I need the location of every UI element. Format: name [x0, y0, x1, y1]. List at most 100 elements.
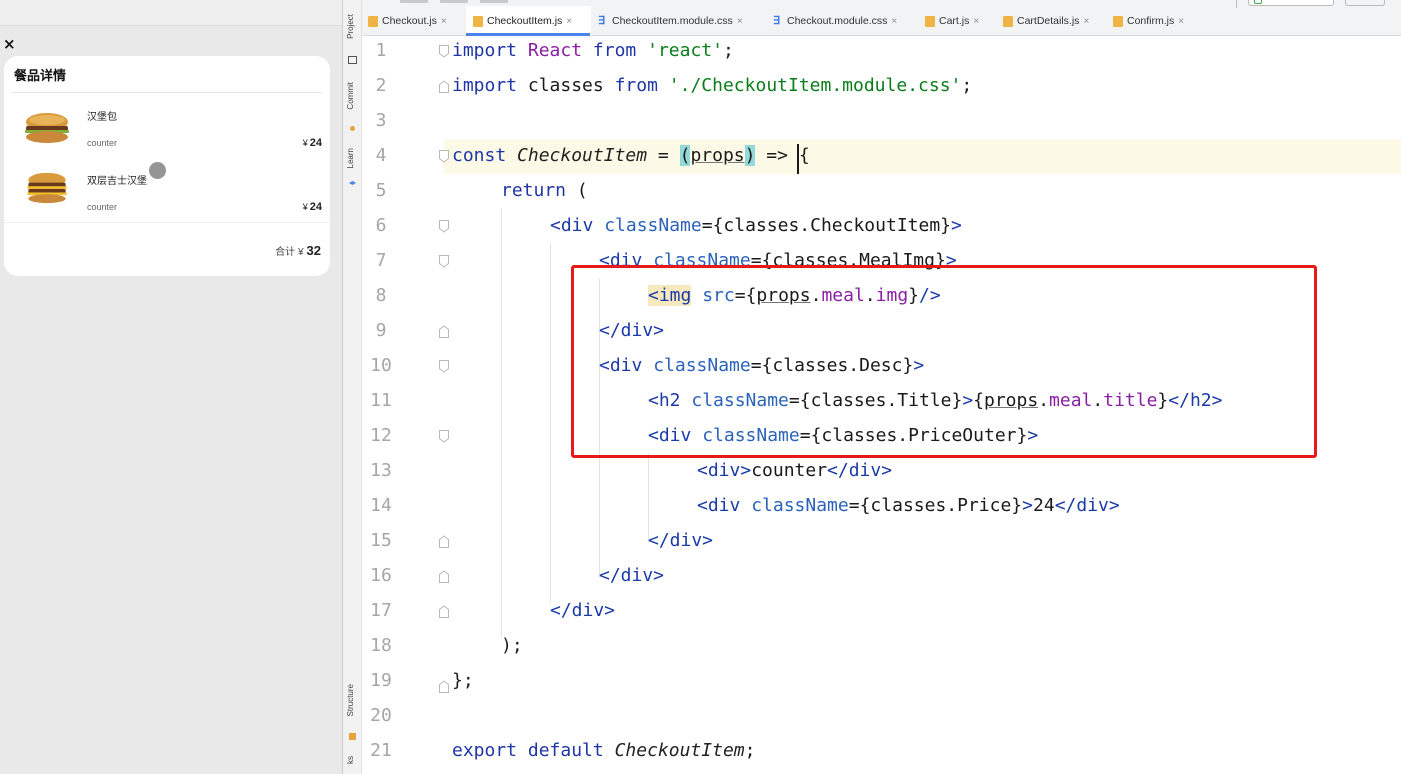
close-tab-icon[interactable]: ×: [737, 16, 743, 27]
js-file-icon: [473, 15, 483, 27]
meal-price: ¥24: [303, 201, 322, 213]
indent-guide: [501, 208, 502, 638]
tab-checkout-js[interactable]: Checkout.js ×: [368, 10, 447, 32]
breadcrumb-fragment: [400, 0, 580, 4]
fold-end-icon[interactable]: [438, 570, 450, 583]
tab-checkoutitem-js[interactable]: CheckoutItem.js ×: [473, 10, 572, 32]
learn-icon: [349, 181, 356, 185]
code-line: </div>: [550, 600, 616, 621]
line-number: 17: [370, 600, 392, 621]
total: 合计 ¥32: [275, 242, 321, 260]
line-number: 13: [370, 460, 392, 481]
fold-end-icon[interactable]: [438, 680, 450, 693]
js-file-icon: [368, 15, 378, 27]
project-tool-tab[interactable]: Project: [343, 14, 363, 66]
line-number: 8: [375, 285, 387, 306]
meal-item: 双层吉士汉堡 counter ¥24: [4, 164, 330, 224]
fold-end-icon[interactable]: [438, 80, 450, 93]
divider: [12, 92, 322, 93]
fold-end-icon[interactable]: [438, 535, 450, 548]
code-line: <div className={classes.CheckoutItem}>: [550, 215, 962, 236]
code-line: };: [452, 670, 474, 691]
line-number: 4: [375, 145, 387, 166]
line-number: 12: [370, 425, 392, 446]
line-number: 21: [370, 740, 392, 761]
line-number: 3: [375, 110, 387, 131]
meal-price: ¥24: [303, 137, 322, 149]
line-number: 5: [375, 180, 387, 201]
line-number: 14: [370, 495, 392, 516]
currency-symbol: ¥: [302, 202, 308, 212]
double-cheeseburger-image: [27, 172, 67, 204]
structure-tool-tab[interactable]: Structure: [343, 684, 363, 744]
fold-end-icon[interactable]: [438, 605, 450, 618]
line-number: 16: [370, 565, 392, 586]
code-line: return (: [501, 180, 588, 201]
line-number: 15: [370, 530, 392, 551]
code-line: </div>: [648, 530, 714, 551]
meal-name: 汉堡包: [87, 112, 117, 123]
browser-top-strip: [0, 0, 342, 26]
card-title: 餐品详情: [14, 69, 67, 84]
commit-tool-tab[interactable]: Commit: [343, 82, 363, 134]
line-number: 10: [370, 355, 392, 376]
close-tab-icon[interactable]: ×: [441, 16, 447, 27]
close-icon[interactable]: ×: [3, 36, 17, 52]
tab-cartdetails-js[interactable]: CartDetails.js ×: [1003, 10, 1089, 32]
tab-cart-js[interactable]: Cart.js ×: [925, 10, 979, 32]
js-file-icon: [1003, 15, 1013, 27]
line-number: 6: [375, 215, 387, 236]
config-icon: [1254, 0, 1262, 4]
fold-start-icon[interactable]: [438, 150, 450, 163]
tab-confirm-js[interactable]: Confirm.js ×: [1113, 10, 1184, 32]
ide-tool-strip: Project Commit Learn Structure ks: [342, 0, 362, 774]
divider: [4, 222, 330, 223]
css-file-icon: ∃: [773, 14, 780, 27]
line-number: 2: [375, 75, 387, 96]
js-file-icon: [1113, 15, 1123, 27]
code-line: );: [501, 635, 523, 656]
currency-symbol: ¥: [302, 138, 308, 148]
code-line: import classes from './CheckoutItem.modu…: [452, 75, 973, 96]
close-tab-icon[interactable]: ×: [1083, 16, 1089, 27]
fold-start-icon[interactable]: [438, 430, 450, 443]
folder-icon: [348, 56, 357, 64]
css-file-icon: ∃: [598, 14, 605, 27]
line-number: 11: [370, 390, 392, 411]
code-line: </div>: [599, 565, 665, 586]
close-tab-icon[interactable]: ×: [891, 16, 897, 27]
meal-name: 双层吉士汉堡: [87, 176, 147, 187]
fold-end-icon[interactable]: [438, 325, 450, 338]
hamburger-image: [25, 113, 69, 143]
meal-item: 汉堡包 counter ¥24: [4, 100, 330, 160]
fold-start-icon[interactable]: [438, 360, 450, 373]
total-label: 合计 ¥: [275, 247, 304, 258]
close-tab-icon[interactable]: ×: [566, 16, 572, 27]
fold-start-icon[interactable]: [438, 220, 450, 233]
line-number: 19: [370, 670, 392, 691]
line-number: 9: [375, 320, 387, 341]
code-line: <div>counter</div>: [697, 460, 893, 481]
meal-price-value: 24: [309, 137, 322, 149]
close-tab-icon[interactable]: ×: [1178, 16, 1184, 27]
tab-checkoutitem-module-css[interactable]: ∃ CheckoutItem.module.css ×: [598, 10, 743, 32]
tab-checkout-module-css[interactable]: ∃ Checkout.module.css ×: [773, 10, 897, 32]
line-number: 20: [370, 705, 392, 726]
text-caret: [797, 144, 799, 174]
bookmarks-tool-tab[interactable]: ks: [343, 756, 363, 774]
commit-icon: [350, 126, 355, 131]
meal-counter: counter: [87, 138, 118, 148]
toolbar-button[interactable]: [1345, 0, 1385, 6]
line-number: 18: [370, 635, 392, 656]
meal-price-value: 24: [309, 201, 322, 213]
line-number: 1: [375, 40, 387, 61]
indent-guide: [550, 243, 551, 603]
run-config-selector[interactable]: [1248, 0, 1334, 6]
line-number: 7: [375, 250, 387, 271]
fold-start-icon[interactable]: [438, 45, 450, 58]
code-line: import React from 'react';: [452, 40, 734, 61]
total-value: 32: [306, 243, 321, 258]
close-tab-icon[interactable]: ×: [973, 16, 979, 27]
fold-start-icon[interactable]: [438, 255, 450, 268]
learn-tool-tab[interactable]: Learn: [343, 148, 363, 196]
